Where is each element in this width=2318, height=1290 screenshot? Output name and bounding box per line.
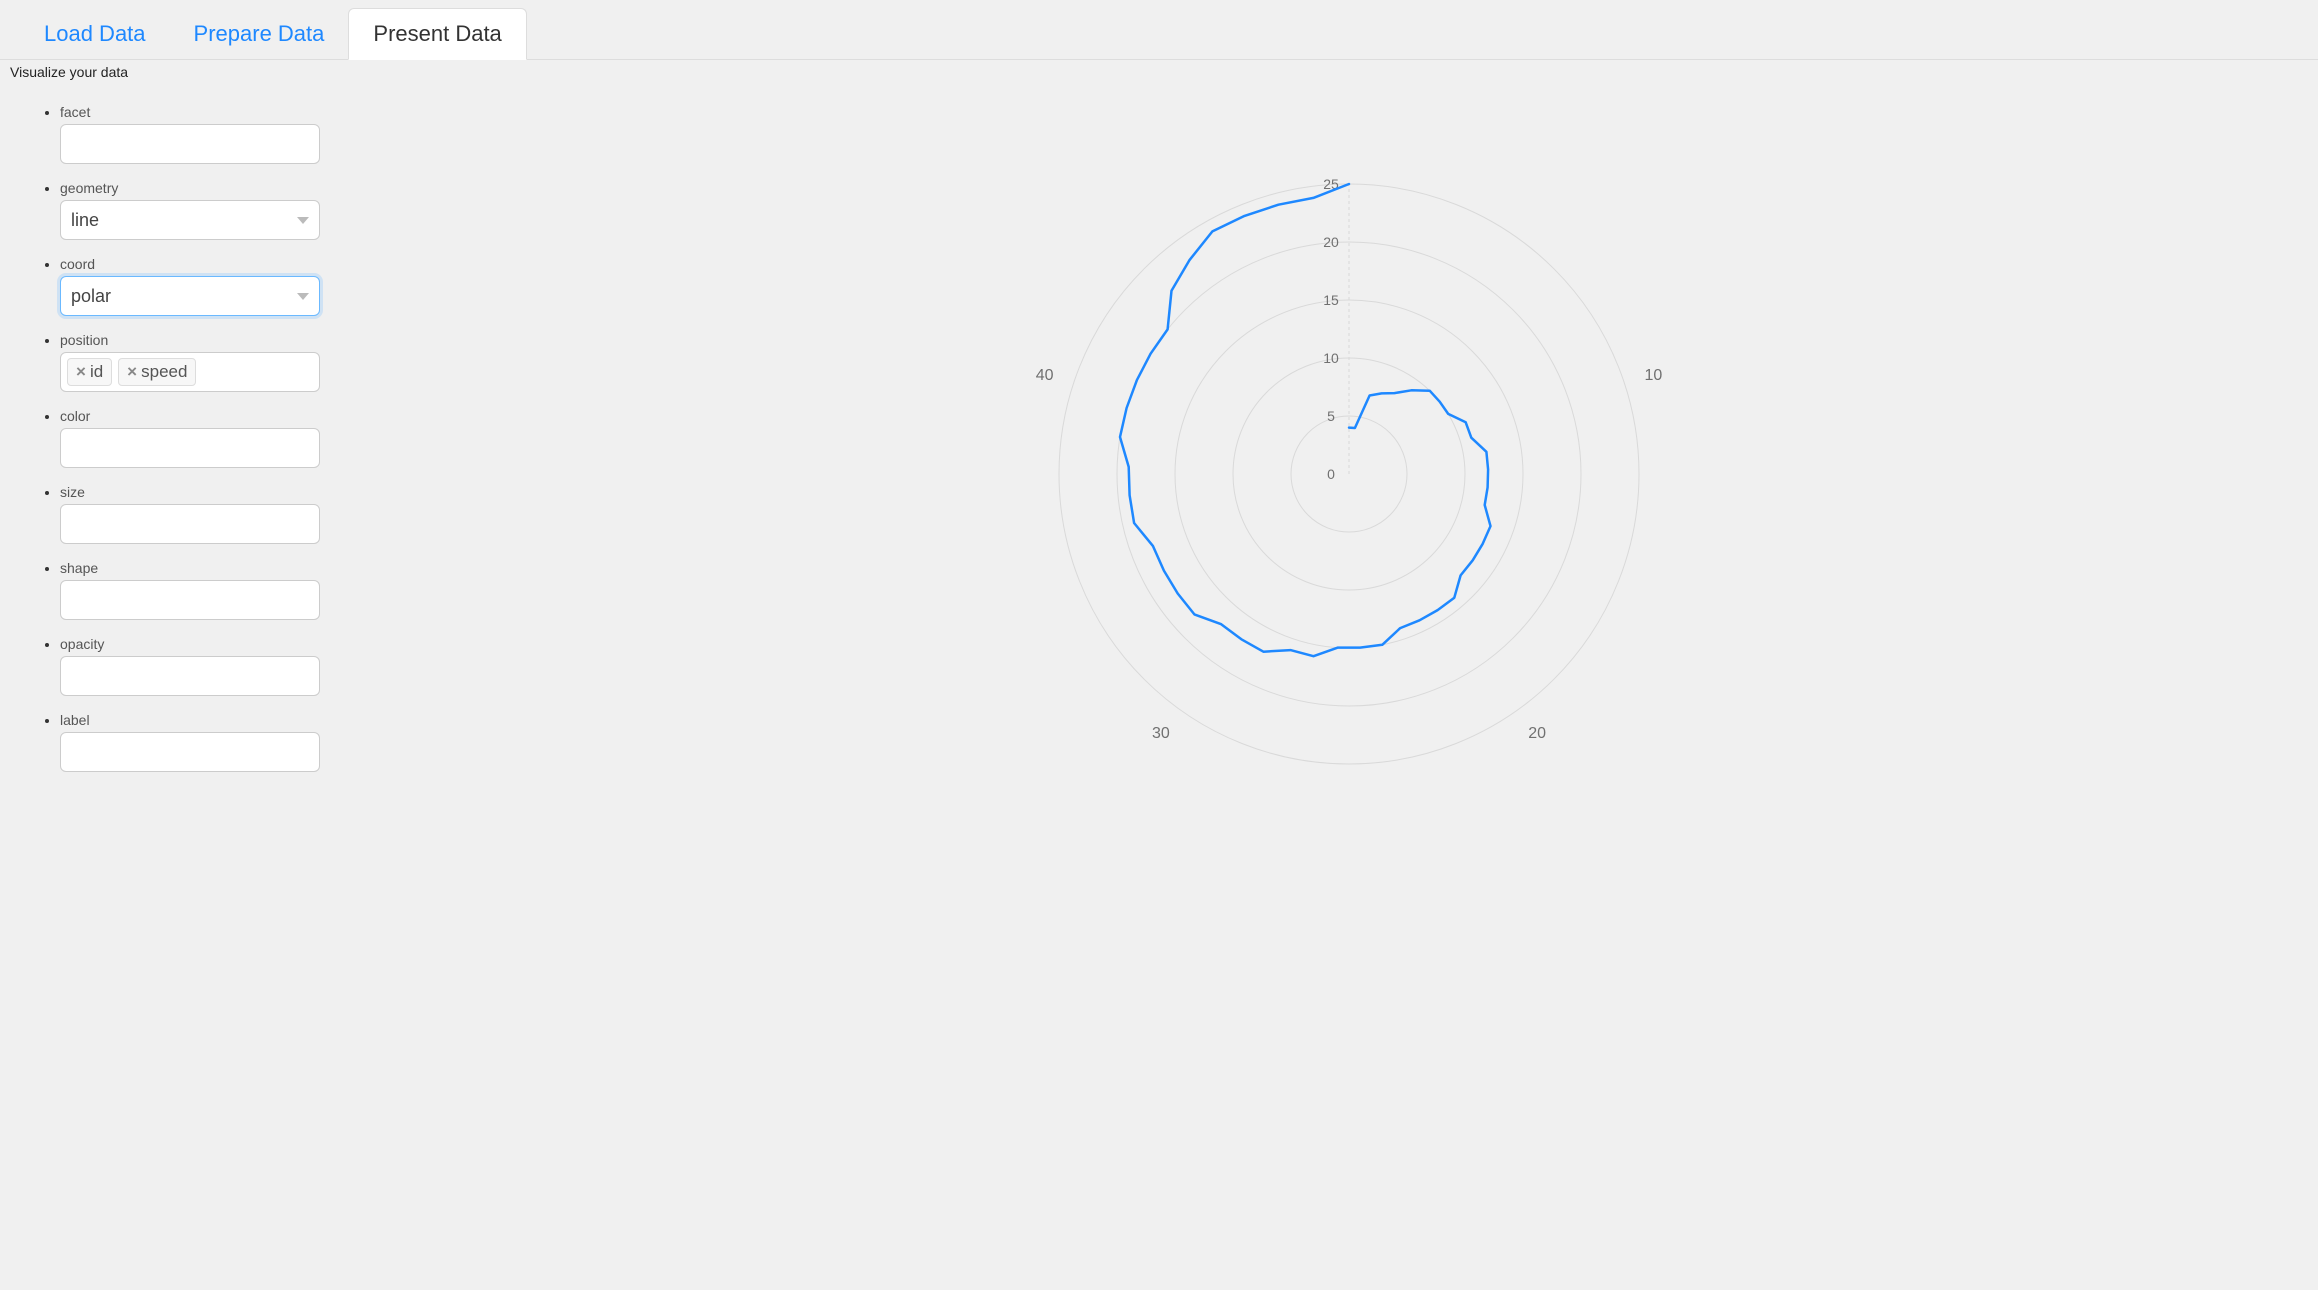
control-label-label: label (60, 712, 350, 728)
polar-line-chart: 051015202510203040 (989, 114, 1709, 814)
series-line (1120, 184, 1491, 656)
control-position: position×id×speed (60, 332, 350, 392)
control-label: label (60, 712, 350, 772)
tab-load-data[interactable]: Load Data (20, 9, 170, 59)
radial-tick-label: 10 (1323, 350, 1339, 366)
control-label-facet: facet (60, 104, 350, 120)
control-label-opacity: opacity (60, 636, 350, 652)
remove-tag-icon[interactable]: × (127, 362, 137, 382)
control-size: size (60, 484, 350, 544)
control-shape: shape (60, 560, 350, 620)
chevron-down-icon (297, 293, 309, 300)
geometry-select[interactable]: line (60, 200, 320, 240)
tabs-bar: Load DataPrepare DataPresent Data (0, 0, 2318, 60)
remove-tag-icon[interactable]: × (76, 362, 86, 382)
chevron-down-icon (297, 217, 309, 224)
control-color: color (60, 408, 350, 468)
shape-input[interactable] (60, 580, 320, 620)
angular-tick-label: 40 (1036, 367, 1054, 384)
radial-tick-label: 0 (1327, 466, 1335, 482)
label-input[interactable] (60, 732, 320, 772)
geometry-select-value: line (71, 210, 99, 231)
tag-id[interactable]: ×id (67, 358, 112, 386)
facet-input[interactable] (60, 124, 320, 164)
control-facet: facet (60, 104, 350, 164)
control-label-coord: coord (60, 256, 350, 272)
opacity-input[interactable] (60, 656, 320, 696)
coord-select[interactable]: polar (60, 276, 320, 316)
control-label-geometry: geometry (60, 180, 350, 196)
angular-tick-label: 30 (1152, 725, 1170, 742)
radial-tick-label: 20 (1323, 234, 1339, 250)
control-coord: coord polar (60, 256, 350, 316)
size-input[interactable] (60, 504, 320, 544)
color-input[interactable] (60, 428, 320, 468)
control-label-shape: shape (60, 560, 350, 576)
tag-label: id (90, 362, 103, 382)
tab-prepare-data[interactable]: Prepare Data (170, 9, 349, 59)
chart-container: 051015202510203040 (390, 104, 2308, 814)
radial-tick-label: 5 (1327, 408, 1335, 424)
angular-tick-label: 10 (1644, 367, 1662, 384)
controls-panel: facetgeometrylinecoordpolarposition×id×s… (10, 104, 350, 788)
control-label-size: size (60, 484, 350, 500)
position-tags-input[interactable]: ×id×speed (60, 352, 320, 392)
main-area: facetgeometrylinecoordpolarposition×id×s… (0, 84, 2318, 834)
control-label-position: position (60, 332, 350, 348)
tag-label: speed (141, 362, 187, 382)
control-label-color: color (60, 408, 350, 424)
radial-tick-label: 15 (1323, 292, 1339, 308)
coord-select-value: polar (71, 286, 111, 307)
tag-speed[interactable]: ×speed (118, 358, 196, 386)
angular-tick-label: 20 (1528, 725, 1546, 742)
page-subtitle: Visualize your data (0, 60, 2318, 84)
control-opacity: opacity (60, 636, 350, 696)
tab-present-data[interactable]: Present Data (348, 8, 526, 60)
control-geometry: geometry line (60, 180, 350, 240)
